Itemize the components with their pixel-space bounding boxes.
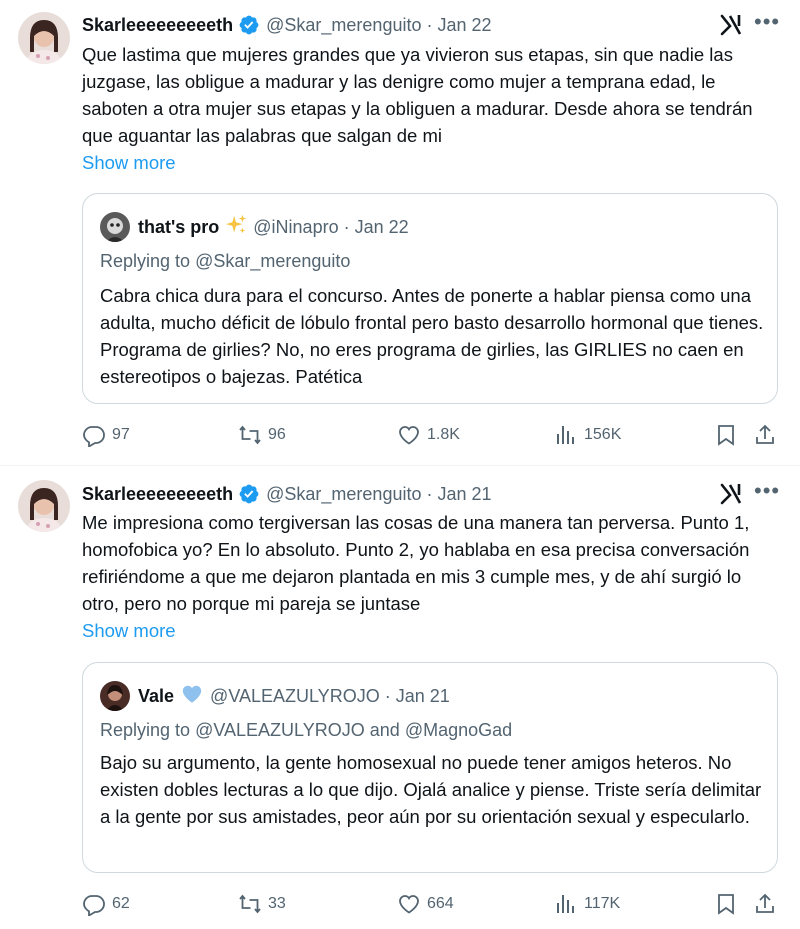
reply-button[interactable]: 97 xyxy=(82,420,130,450)
reply-icon xyxy=(83,895,105,916)
blue-heart-icon xyxy=(180,683,204,710)
tweet[interactable]: Skarleeeeeeeeeth @Skar_merenguito · Jan … xyxy=(0,0,800,465)
bookmark-button[interactable] xyxy=(714,889,744,919)
bookmark-icon xyxy=(718,894,734,915)
views-count: 117K xyxy=(584,895,621,912)
bookmark-icon xyxy=(718,425,734,446)
quote-author-handle: @iNinapro xyxy=(253,216,339,237)
like-count: 1.8K xyxy=(427,426,460,443)
repost-icon xyxy=(239,894,261,914)
author-name[interactable]: Skarleeeeeeeeeth xyxy=(82,484,233,505)
tweet-date[interactable]: Jan 22 xyxy=(437,15,491,36)
action-bar: 97 96 1.8K 156K xyxy=(82,420,782,450)
quote-author-handle: @VALEAZULYROJO xyxy=(210,685,380,706)
replying-prefix: Replying to xyxy=(100,251,191,271)
tweet-text: Que lastima que mujeres grandes que ya v… xyxy=(82,44,753,146)
grok-icon[interactable] xyxy=(718,481,744,507)
replying-prefix: Replying to xyxy=(100,720,191,740)
views-count: 156K xyxy=(584,426,622,443)
verified-badge-icon xyxy=(238,483,260,505)
replying-mention[interactable]: @Skar_merenguito xyxy=(195,251,350,271)
action-bar: 62 33 664 117K xyxy=(82,889,782,919)
repost-icon xyxy=(239,425,261,445)
like-count: 664 xyxy=(427,895,454,912)
verified-badge-icon xyxy=(238,14,260,36)
separator-dot: · xyxy=(384,685,391,706)
author-name[interactable]: Skarleeeeeeeeeth xyxy=(82,15,233,36)
quote-date: Jan 22 xyxy=(354,216,409,237)
quote-avatar xyxy=(100,681,130,711)
quote-author-name: that's pro xyxy=(138,216,220,237)
quote-text: Bajo su argumento, la gente homosexual n… xyxy=(100,752,762,827)
quote-header: that's pro @iNinapro · Jan 22 xyxy=(138,213,409,241)
replying-mention[interactable]: @VALEAZULYROJO xyxy=(195,720,365,740)
tweet-date[interactable]: Jan 21 xyxy=(437,484,491,505)
replying-to: Replying to @VALEAZULYROJO and @MagnoGad xyxy=(100,717,512,743)
share-icon xyxy=(756,893,774,913)
more-icon[interactable]: ••• xyxy=(754,11,779,38)
quote-text: Cabra chica dura para el concurso. Antes… xyxy=(100,285,764,387)
repost-count: 96 xyxy=(268,426,286,443)
share-icon xyxy=(756,424,774,444)
tweet-text: Me impresiona como tergiversan las cosas… xyxy=(82,512,750,614)
show-more-link[interactable]: Show more xyxy=(82,149,176,176)
like-icon xyxy=(399,426,419,445)
quote-date: Jan 21 xyxy=(395,685,450,706)
tweet-header: Skarleeeeeeeeeth @Skar_merenguito · Jan … xyxy=(82,481,492,507)
quoted-tweet[interactable]: that's pro @iNinapro · Jan 22 Replying t… xyxy=(82,193,778,404)
views-button[interactable]: 156K xyxy=(554,420,621,450)
author-handle[interactable]: @Skar_merenguito xyxy=(266,484,421,505)
quote-header: Vale @VALEAZULYROJO · Jan 21 xyxy=(138,682,450,710)
like-icon xyxy=(399,895,419,914)
repost-button[interactable]: 96 xyxy=(238,420,286,450)
reply-count: 97 xyxy=(112,426,130,443)
views-icon xyxy=(557,895,574,913)
separator-dot: · xyxy=(426,14,433,35)
sparkles-icon xyxy=(225,214,247,241)
author-handle[interactable]: @Skar_merenguito xyxy=(266,15,421,36)
reply-count: 62 xyxy=(112,895,130,912)
quote-author-name: Vale xyxy=(138,685,175,706)
avatar[interactable] xyxy=(18,12,70,64)
separator-dot: · xyxy=(426,483,433,504)
quoted-tweet[interactable]: Vale @VALEAZULYROJO · Jan 21 Replying to… xyxy=(82,662,778,873)
separator-dot: · xyxy=(343,216,350,237)
like-button[interactable]: 1.8K xyxy=(397,420,460,450)
more-icon[interactable]: ••• xyxy=(754,480,779,507)
tweet[interactable]: Skarleeeeeeeeeth @Skar_merenguito · Jan … xyxy=(0,466,800,929)
grok-icon[interactable] xyxy=(718,12,744,38)
like-button[interactable]: 664 xyxy=(397,889,454,919)
tweet-header: Skarleeeeeeeeeth @Skar_merenguito · Jan … xyxy=(82,12,492,38)
replying-mention-2[interactable]: @MagnoGad xyxy=(405,720,512,740)
views-button[interactable]: 117K xyxy=(554,889,620,919)
replying-to: Replying to @Skar_merenguito xyxy=(100,248,350,274)
share-button[interactable] xyxy=(753,889,783,919)
share-button[interactable] xyxy=(753,420,783,450)
reply-icon xyxy=(83,426,105,447)
repost-button[interactable]: 33 xyxy=(238,889,286,919)
repost-count: 33 xyxy=(268,895,286,912)
reply-button[interactable]: 62 xyxy=(82,889,130,919)
views-icon xyxy=(557,426,574,444)
bookmark-button[interactable] xyxy=(714,420,744,450)
avatar[interactable] xyxy=(18,480,70,532)
show-more-link[interactable]: Show more xyxy=(82,617,176,644)
replying-and: and xyxy=(369,720,400,740)
quote-avatar xyxy=(100,212,130,242)
